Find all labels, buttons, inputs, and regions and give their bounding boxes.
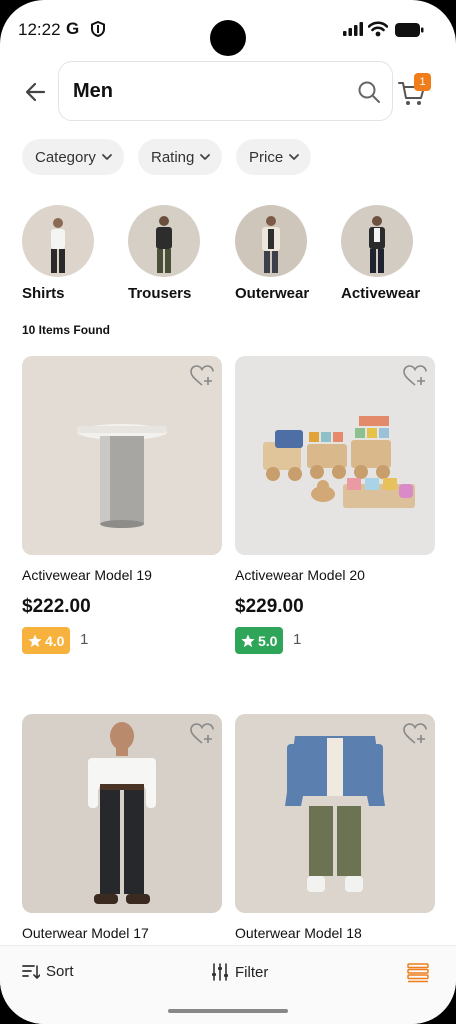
rating-badge: 5.0	[235, 627, 284, 654]
product-card[interactable]: Activewear Model 19 $222.00 4.0 1	[22, 356, 222, 656]
product-name: Activewear Model 20	[235, 567, 365, 583]
rating-count: 1	[293, 631, 302, 648]
favorite-heart-icon[interactable]	[190, 365, 214, 387]
wifi-icon	[368, 21, 388, 37]
product-card[interactable]: Activewear Model 20 $229.00 5.0 1	[235, 356, 435, 656]
filter-label: Filter	[235, 963, 269, 981]
filter-chip-price[interactable]: Price	[236, 139, 312, 175]
signal-icon	[343, 22, 363, 36]
cart-count-badge: 1	[414, 73, 431, 91]
model-figure-icon	[369, 216, 385, 273]
category-label: Shirts	[22, 285, 65, 302]
search-input[interactable]: Men	[58, 61, 393, 121]
product-image	[22, 714, 222, 913]
sort-label: Sort	[46, 963, 74, 980]
category-image	[128, 205, 200, 277]
product-image	[22, 356, 222, 555]
filter-chip-rating[interactable]: Rating	[138, 139, 223, 175]
rating-badge: 4.0	[22, 627, 71, 654]
category-image	[341, 205, 413, 277]
model-figure-icon	[156, 216, 172, 273]
search-query: Men	[73, 80, 113, 102]
filter-chip-label: Price	[249, 148, 284, 166]
product-image	[235, 714, 435, 913]
product-name: Outerwear Model 17	[22, 925, 149, 941]
product-card[interactable]: Outerwear Model 18	[235, 714, 435, 946]
product-name: Activewear Model 19	[22, 567, 152, 583]
chevron-down-icon	[200, 154, 211, 160]
items-found-count: 10 Items Found	[22, 323, 111, 337]
bottom-action-bar: Sort Filter	[0, 945, 456, 1024]
model-figure-icon	[262, 216, 280, 273]
favorite-heart-icon[interactable]	[190, 723, 214, 745]
rating-value: 4.0	[45, 632, 65, 649]
product-price: $222.00	[22, 596, 91, 617]
status-time: 12:22	[18, 20, 61, 39]
product-price: $229.00	[235, 596, 304, 617]
filter-chip-category[interactable]: Category	[22, 139, 124, 175]
product-name: Outerwear Model 18	[235, 925, 362, 941]
filter-button[interactable]: Filter	[211, 963, 268, 981]
back-button[interactable]	[22, 78, 50, 106]
rating-count: 1	[80, 631, 89, 648]
product-card[interactable]: Outerwear Model 17	[22, 714, 222, 946]
category-shirts[interactable]: Shirts	[22, 205, 112, 302]
sort-icon	[22, 964, 40, 979]
favorite-heart-icon[interactable]	[403, 723, 427, 745]
category-label: Activewear	[341, 285, 421, 302]
battery-icon	[395, 23, 424, 37]
chevron-down-icon	[101, 154, 112, 160]
category-label: Trousers	[128, 285, 192, 302]
favorite-heart-icon[interactable]	[403, 365, 427, 387]
chevron-down-icon	[289, 154, 300, 160]
star-icon	[241, 634, 255, 647]
star-icon	[28, 634, 42, 647]
front-camera	[210, 20, 246, 56]
search-icon[interactable]	[357, 80, 381, 104]
category-label: Outerwear	[235, 285, 310, 302]
category-activewear[interactable]: Activewear	[341, 205, 431, 302]
sort-button[interactable]: Sort	[22, 963, 74, 980]
status-bar: 12:22 G	[0, 0, 456, 60]
shield-icon	[91, 21, 105, 37]
google-icon: G	[66, 19, 80, 38]
filter-chip-label: Category	[35, 148, 96, 166]
category-image	[22, 205, 94, 277]
screen: 12:22 G Men 1 Category Rating Price Shir…	[0, 0, 456, 1024]
filter-chip-label: Rating	[151, 148, 195, 166]
category-outerwear[interactable]: Outerwear	[235, 205, 325, 302]
cart-button[interactable]: 1	[398, 73, 434, 108]
product-image	[235, 356, 435, 555]
rating-value: 5.0	[258, 632, 278, 649]
list-view-icon[interactable]	[406, 962, 430, 984]
category-trousers[interactable]: Trousers	[128, 205, 218, 302]
category-image	[235, 205, 307, 277]
model-figure-icon	[51, 218, 65, 273]
home-indicator[interactable]	[168, 1009, 288, 1013]
filter-sliders-icon	[212, 963, 228, 981]
